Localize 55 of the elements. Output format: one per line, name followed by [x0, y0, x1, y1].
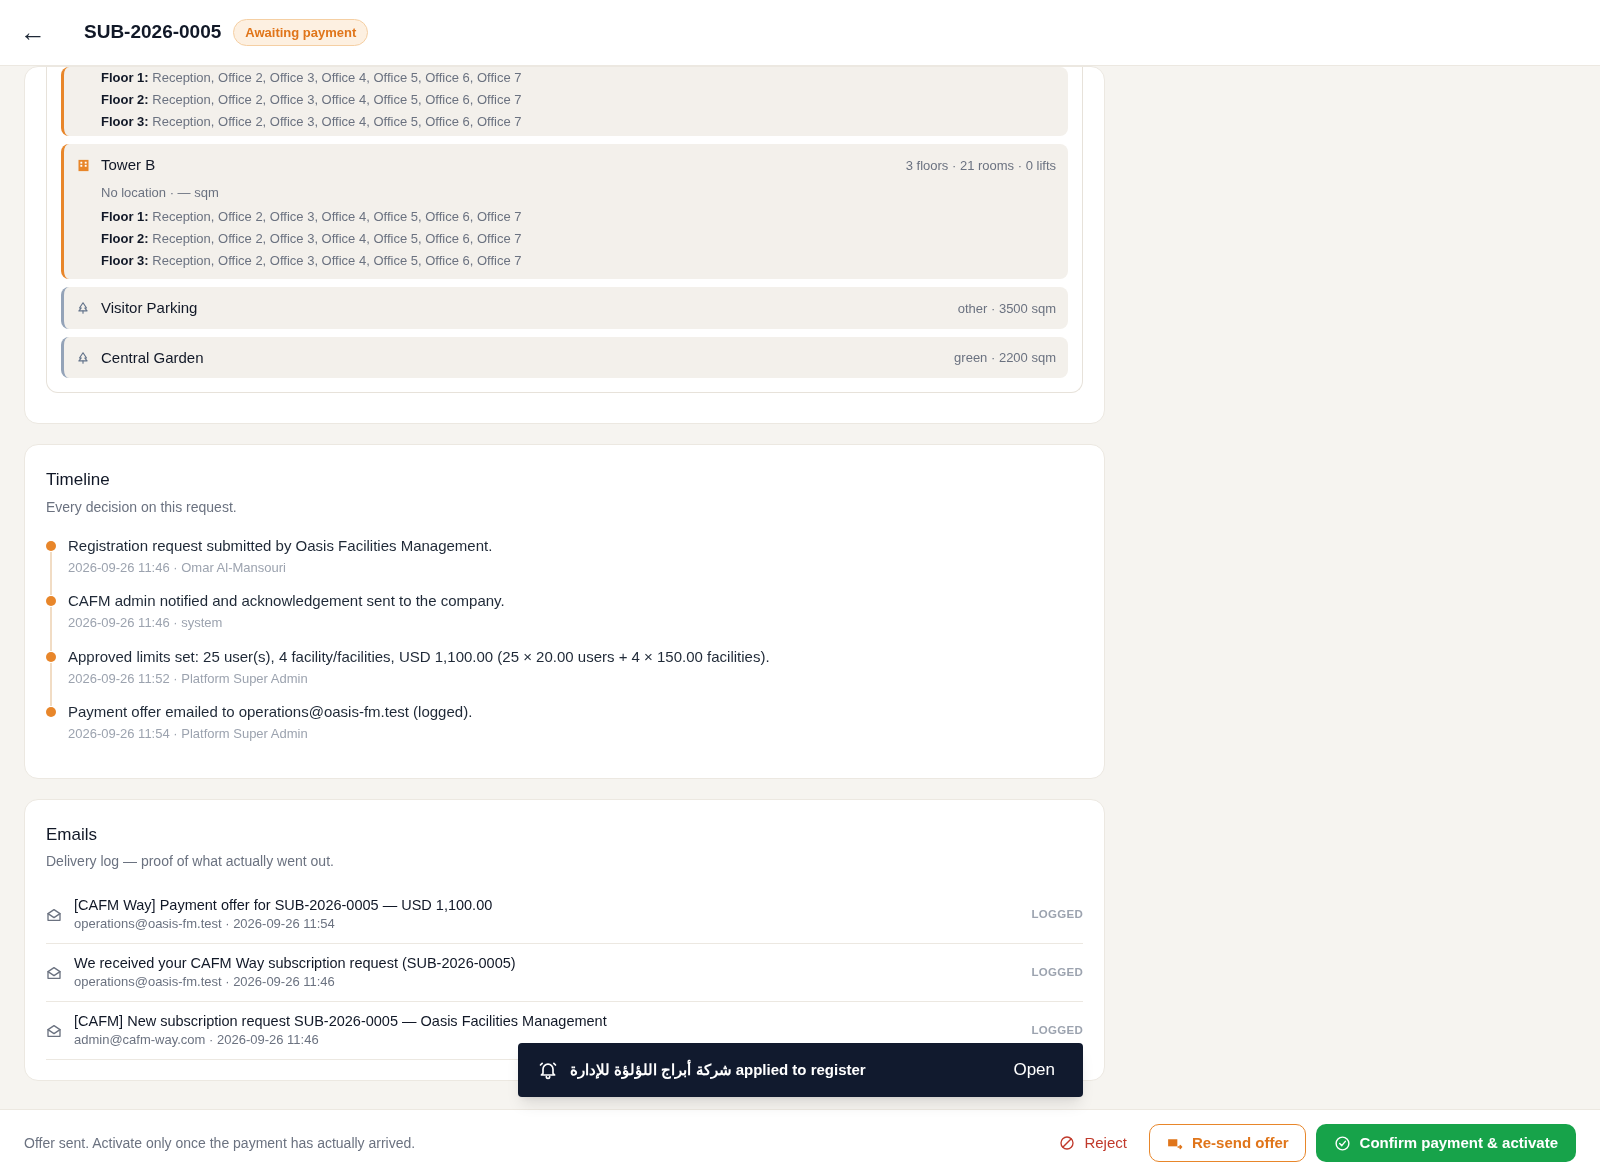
toast-message: شركة أبراج اللؤلؤة للإدارة applied to register — [570, 1058, 866, 1081]
timeline-line — [50, 662, 52, 706]
page-title: SUB-2026-0005 — [84, 20, 222, 45]
danger-action-button[interactable]: Reject — [1047, 1124, 1139, 1162]
email-meta: operations@oasis-fm.test · 2026-09-26 11:46 — [74, 973, 336, 991]
footer-note: Offer sent. Activate only once the payment has actually arrived. — [24, 1133, 416, 1153]
facility-name: Visitor Parking — [101, 298, 198, 318]
email-row[interactable]: We received your CAFM Way subscription request (SUB-2026-0005) operations@oasis-fm.test · 2026-09-26 11:46 LOGGED — [46, 944, 1083, 1002]
timeline-line — [50, 607, 52, 651]
card-subtitle: Delivery log — proof of what actually went out. — [46, 852, 335, 871]
card-title: Emails — [46, 823, 98, 846]
status-badge: Awaiting payment — [233, 18, 369, 47]
facility-summary: other · 3500 sqm — [957, 299, 1056, 318]
event-text: CAFM admin notified and acknowledgement sent to the company. — [68, 591, 506, 611]
email-subject: [CAFM Way] Payment offer for SUB-2026-0005 — USD 1,100.00 — [74, 896, 493, 915]
event-meta: 2026-09-26 11:46 · Omar Al-Mansouri — [68, 558, 287, 577]
facility-summary: green · 2200 sqm — [954, 349, 1056, 367]
event-meta: 2026-09-26 11:46 · system — [68, 614, 224, 632]
building-icon — [76, 157, 91, 173]
tree-icon — [76, 301, 90, 316]
floor-rooms: Floor 1: Reception, Office 2, Office 3, Office 4, Office 5, Office 6, Office 7 — [101, 69, 523, 87]
event-text: Payment offer emailed to operations@oasis-fm.test (logged). — [68, 702, 474, 722]
event-meta: 2026-09-26 11:52 · Platform Super Admin — [68, 669, 309, 688]
open-button[interactable]: Open — [1005, 1057, 1063, 1083]
email-meta: admin@cafm-way.com · 2026-09-26 11:46 — [74, 1031, 320, 1049]
facility-details: No location · — sqm — [101, 183, 220, 202]
email-row[interactable]: [CAFM Way] Payment offer for SUB-2026-0005 — USD 1,100.00 operations@oasis-fm.test · 2026-09-26 11:54 LOGGED — [46, 886, 1083, 944]
email-status: LOGGED — [1031, 1022, 1083, 1038]
bell-icon — [538, 1060, 558, 1080]
facility-name: Central Garden — [101, 347, 204, 368]
tree-icon — [76, 350, 90, 365]
event-text: Approved limits set: 25 user(s), 4 facility/facilities, USD 1,100.00 (25 × 20.00 users + 4 × 150.00 facilities). — [68, 646, 771, 667]
facility-name: Tower B — [101, 155, 156, 175]
blocked-icon — [1059, 1135, 1076, 1151]
floor-rooms: Floor 2: Reception, Office 2, Office 3, Office 4, Office 5, Office 6, Office 7 — [101, 230, 523, 248]
back-button[interactable]: ← — [16, 15, 50, 50]
floor-rooms: Floor 2: Reception, Office 2, Office 3, Office 4, Office 5, Office 6, Office 7 — [101, 91, 523, 109]
event-meta: 2026-09-26 11:54 · Platform Super Admin — [68, 725, 309, 743]
email-status: LOGGED — [1031, 964, 1083, 980]
envelope-icon — [46, 1022, 62, 1039]
envelope-icon — [46, 964, 62, 981]
email-subject: We received your CAFM Way subscription request (SUB-2026-0005) — [74, 954, 516, 973]
event-text: Registration request submitted by Oasis Facilities Management. — [68, 535, 494, 556]
timeline-line — [50, 551, 52, 595]
email-meta: operations@oasis-fm.test · 2026-09-26 11:54 — [74, 915, 336, 933]
envelope-icon — [46, 906, 62, 923]
card-subtitle: Every decision on this request. — [46, 497, 238, 517]
email-subject: [CAFM] New subscription request SUB-2026-0005 — Oasis Facilities Management — [74, 1012, 607, 1031]
email-status: LOGGED — [1031, 906, 1083, 922]
floor-rooms: Floor 1: Reception, Office 2, Office 3, Office 4, Office 5, Office 6, Office 7 — [101, 208, 523, 226]
floor-rooms: Floor 3: Reception, Office 2, Office 3, Office 4, Office 5, Office 6, Office 7 — [101, 113, 523, 131]
card-title: Timeline — [46, 469, 111, 491]
facility-summary: 3 floors · 21 rooms · 0 lifts — [905, 156, 1056, 175]
floor-rooms: Floor 3: Reception, Office 2, Office 3, Office 4, Office 5, Office 6, Office 7 — [101, 252, 523, 270]
check-badge-icon — [1333, 1134, 1351, 1152]
